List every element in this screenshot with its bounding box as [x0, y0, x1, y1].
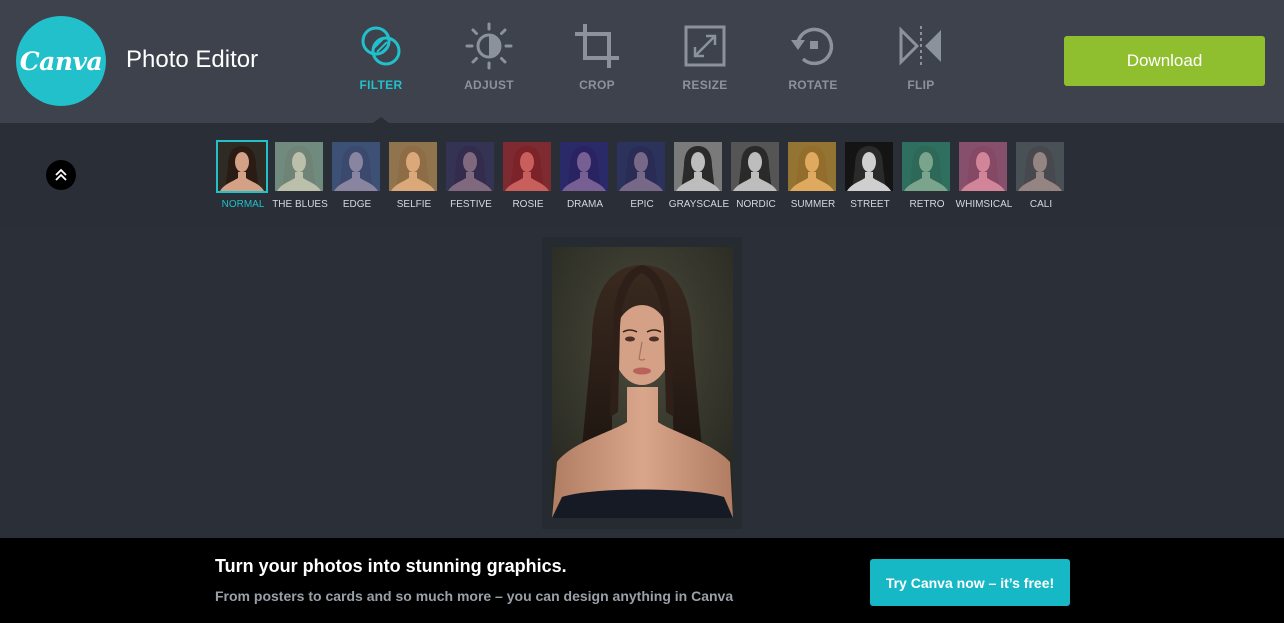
download-button[interactable]: Download	[1064, 36, 1265, 86]
promo-banner: Turn your photos into stunning graphics.…	[0, 538, 1284, 623]
filter-thumbnail	[446, 142, 494, 191]
tool-crop[interactable]: CROP	[552, 22, 642, 102]
filter-thumbnail	[902, 142, 950, 191]
filter-thumbnail	[503, 142, 551, 191]
tool-rotate-label: ROTATE	[788, 78, 838, 92]
crop-icon	[575, 24, 619, 68]
tool-crop-label: CROP	[579, 78, 615, 92]
tool-flip-label: FLIP	[907, 78, 935, 92]
filter-thumbnail	[788, 142, 836, 191]
canva-logo[interactable]: Canva	[16, 16, 106, 106]
filter-thumbnail	[1016, 142, 1064, 191]
promo-subtext: From posters to cards and so much more –…	[215, 588, 734, 604]
filter-label: CALI	[1029, 199, 1053, 210]
tool-filter-label: FILTER	[359, 78, 403, 92]
tool-flip[interactable]: FLIP	[876, 22, 966, 102]
editor-canvas	[0, 227, 1284, 538]
rotate-icon	[791, 27, 834, 66]
filter-thumbnail	[674, 142, 722, 191]
filter-thumbnail	[617, 142, 665, 191]
edited-photo[interactable]	[552, 247, 733, 518]
filter-thumbnail	[332, 142, 380, 191]
flip-icon	[899, 26, 941, 66]
portrait-image	[552, 247, 733, 518]
tool-resize[interactable]: RESIZE	[660, 22, 750, 102]
tool-adjust[interactable]: ADJUST	[444, 22, 534, 102]
filter-icon	[361, 26, 401, 66]
promo-headline: Turn your photos into stunning graphics.	[215, 556, 567, 576]
tool-adjust-label: ADJUST	[464, 78, 514, 92]
tool-resize-label: RESIZE	[682, 78, 728, 92]
filter-thumbnail	[731, 142, 779, 191]
filter-cali[interactable]: CALI	[1014, 140, 1068, 214]
adjust-icon	[465, 22, 513, 70]
try-canva-button[interactable]: Try Canva now – it’s free!	[870, 559, 1070, 606]
double-chevron-up-icon	[55, 168, 67, 181]
filter-thumbnail	[389, 142, 437, 191]
filter-thumbnail	[959, 142, 1007, 191]
filter-thumbnail	[275, 142, 323, 191]
tool-filter[interactable]: FILTER	[336, 22, 426, 102]
filter-bar: NORMAL THE BLUES EDGE SELFIE FESTIVE ROSIE DRA…	[0, 123, 1284, 227]
filter-thumbnail	[560, 142, 608, 191]
app-title: Photo Editor	[126, 46, 259, 73]
selected-filter-frame	[216, 140, 268, 193]
photo-editor-app: Canva Photo Editor FILTER ADJUST CROP RE…	[0, 0, 1284, 623]
filter-thumbnail	[845, 142, 893, 191]
tool-rotate[interactable]: ROTATE	[768, 22, 858, 102]
top-header: Canva Photo Editor FILTER ADJUST CROP RE…	[0, 0, 1284, 123]
resize-icon	[684, 25, 726, 67]
collapse-button[interactable]	[46, 160, 76, 190]
